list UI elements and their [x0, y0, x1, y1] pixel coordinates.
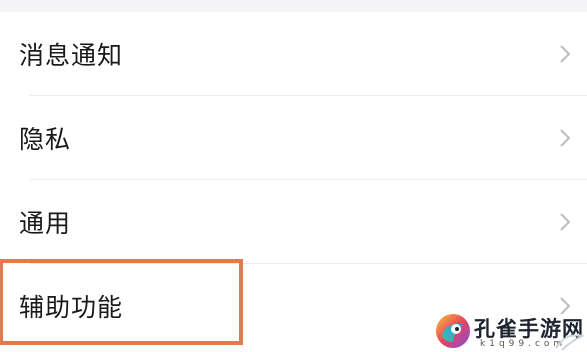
settings-item-general[interactable]: 通用: [0, 180, 587, 264]
settings-item-notifications[interactable]: 消息通知: [0, 12, 587, 96]
settings-item-privacy[interactable]: 隐私: [0, 96, 587, 180]
chevron-right-icon: [560, 45, 571, 63]
peacock-logo-icon: [436, 314, 470, 348]
settings-item-label: 消息通知: [19, 41, 124, 70]
chevron-right-icon: [560, 129, 571, 147]
settings-list: 消息通知 隐私 通用 辅助功能: [0, 12, 587, 348]
top-gap: [0, 0, 587, 12]
settings-item-label: 通用: [19, 209, 72, 238]
settings-item-label: 辅助功能: [19, 293, 124, 322]
watermark: 孔雀手游网 k1q99.com: [434, 310, 587, 352]
brush-stroke-icon: [555, 334, 584, 351]
settings-item-label: 隐私: [19, 125, 72, 154]
chevron-right-icon: [560, 213, 571, 231]
